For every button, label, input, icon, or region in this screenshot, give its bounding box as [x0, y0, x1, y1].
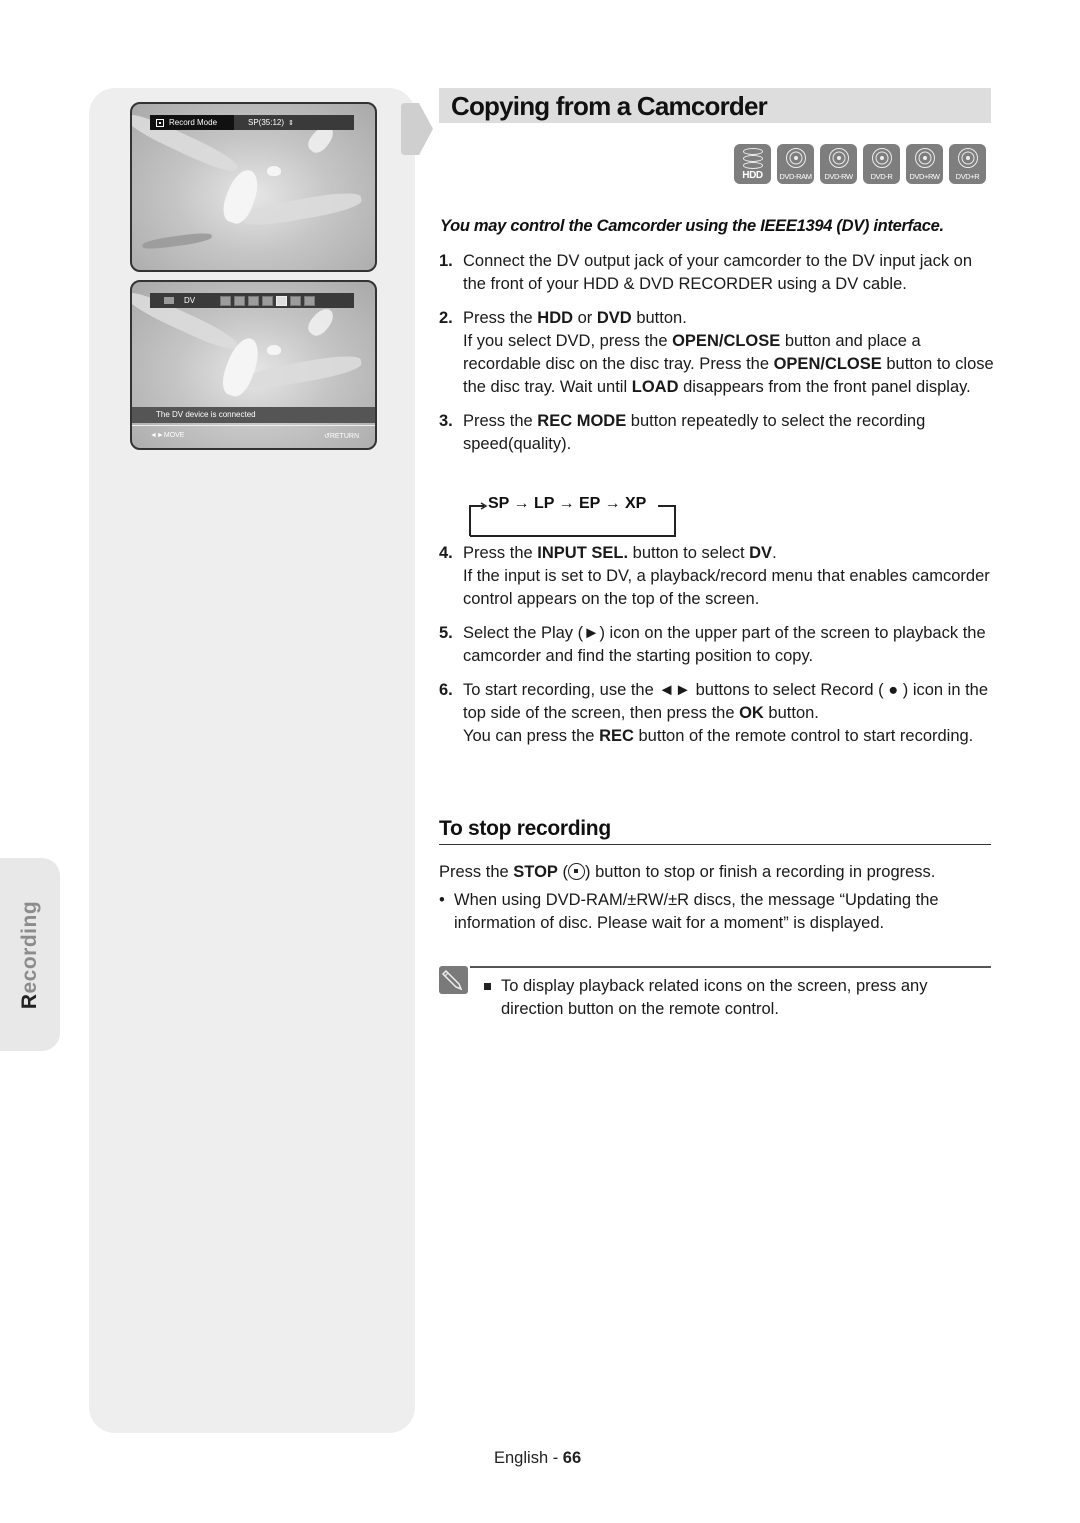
dv-frame-forward-button[interactable] — [290, 295, 301, 306]
seagull-head — [267, 345, 281, 355]
tv-screen-dv-menu: DV The DV device is connected ◄►MOVE ↺RE… — [130, 280, 377, 450]
stop-button-icon — [568, 863, 586, 880]
seagull-head — [267, 166, 281, 176]
dv-menu-footer: ◄►MOVE ↺RETURN — [132, 425, 375, 448]
record-mode-sequence: SP → LP → EP → XP — [488, 495, 647, 512]
step-2: 2. Press the HDD or DVD button. If you s… — [439, 309, 994, 396]
dv-record-button[interactable] — [304, 295, 315, 306]
disc-type-icons: HDD DVD-RAM DVD-RW DVD-R DVD+RW DVD+R — [734, 144, 986, 184]
note-text: To display playback related icons on the… — [484, 975, 989, 1021]
stop-bullet-note: • When using DVD-RAM/±RW/±R discs, the m… — [439, 891, 939, 932]
subtitle: You may control the Camcorder using the … — [440, 217, 944, 235]
step-6: 6. To start recording, use the ◄► button… — [439, 681, 989, 745]
disc-icon — [785, 148, 806, 168]
bullet-icon: • — [439, 891, 445, 909]
disc-icon — [828, 148, 849, 168]
step-3: 3. Press the REC MODE button repeatedly … — [439, 412, 926, 453]
dvd-plus-rw-icon: DVD+RW — [906, 144, 943, 184]
dv-play-button[interactable] — [276, 295, 287, 306]
step-1: 1. Connect the DV output jack of your ca… — [439, 252, 973, 293]
move-hint: ◄►MOVE — [150, 432, 185, 439]
dvd-rw-icon: DVD-RW — [820, 144, 857, 184]
dvd-ram-icon: DVD-RAM — [777, 144, 814, 184]
dvd-r-icon: DVD-R — [863, 144, 900, 184]
seagull — [304, 304, 338, 340]
page-footer: English - 66 — [494, 1449, 582, 1467]
record-mode-osd: Record Mode SP(35:12) ⇕ — [150, 115, 354, 130]
dv-stop-button[interactable] — [234, 295, 245, 306]
dv-control-bar: DV — [150, 293, 354, 308]
stop-recording-heading: To stop recording — [439, 817, 991, 845]
hdd-stack-icon — [742, 148, 763, 169]
dv-status-message: The DV device is connected — [132, 407, 375, 423]
record-mode-label-box: Record Mode — [150, 115, 234, 130]
dv-device-icon — [164, 297, 174, 304]
note-divider — [470, 966, 991, 968]
tv-screen-record-mode: Record Mode SP(35:12) ⇕ — [130, 102, 377, 272]
step-4: 4. Press the INPUT SEL. button to select… — [439, 544, 990, 608]
dv-frame-back-button[interactable] — [248, 295, 259, 306]
section-arrow-icon — [401, 103, 433, 155]
bird-wing — [241, 351, 363, 393]
step-5: 5. Select the Play (►) icon on the upper… — [439, 624, 986, 665]
hdd-icon: HDD — [734, 144, 771, 184]
return-hint: ↺RETURN — [323, 433, 359, 440]
record-mode-cycle-diagram: SP → LP → EP → XP — [468, 495, 678, 538]
disc-icon — [871, 148, 892, 168]
up-down-arrows-icon: ⇕ — [288, 119, 294, 127]
section-tab: Recording — [0, 858, 60, 1051]
square-bullet-icon — [484, 983, 491, 990]
record-icon — [156, 118, 164, 127]
dvd-plus-r-icon: DVD+R — [949, 144, 986, 184]
dv-slow-button[interactable] — [262, 295, 273, 306]
record-mode-value: SP(35:12) — [248, 118, 285, 127]
bird-wing — [241, 188, 363, 230]
title-bar: Copying from a Camcorder — [439, 88, 991, 123]
dv-rewind-button[interactable] — [220, 295, 231, 306]
bird-wing — [141, 231, 213, 251]
page-title: Copying from a Camcorder — [451, 91, 768, 121]
disc-icon — [957, 148, 978, 168]
stop-instruction: Press the STOP () button to stop or fini… — [439, 863, 936, 881]
pencil-note-icon — [439, 966, 468, 994]
page-number: 66 — [562, 1449, 582, 1467]
dv-label: DV — [184, 296, 196, 305]
disc-icon — [914, 148, 935, 168]
section-tab-label: Recording — [18, 900, 41, 1009]
